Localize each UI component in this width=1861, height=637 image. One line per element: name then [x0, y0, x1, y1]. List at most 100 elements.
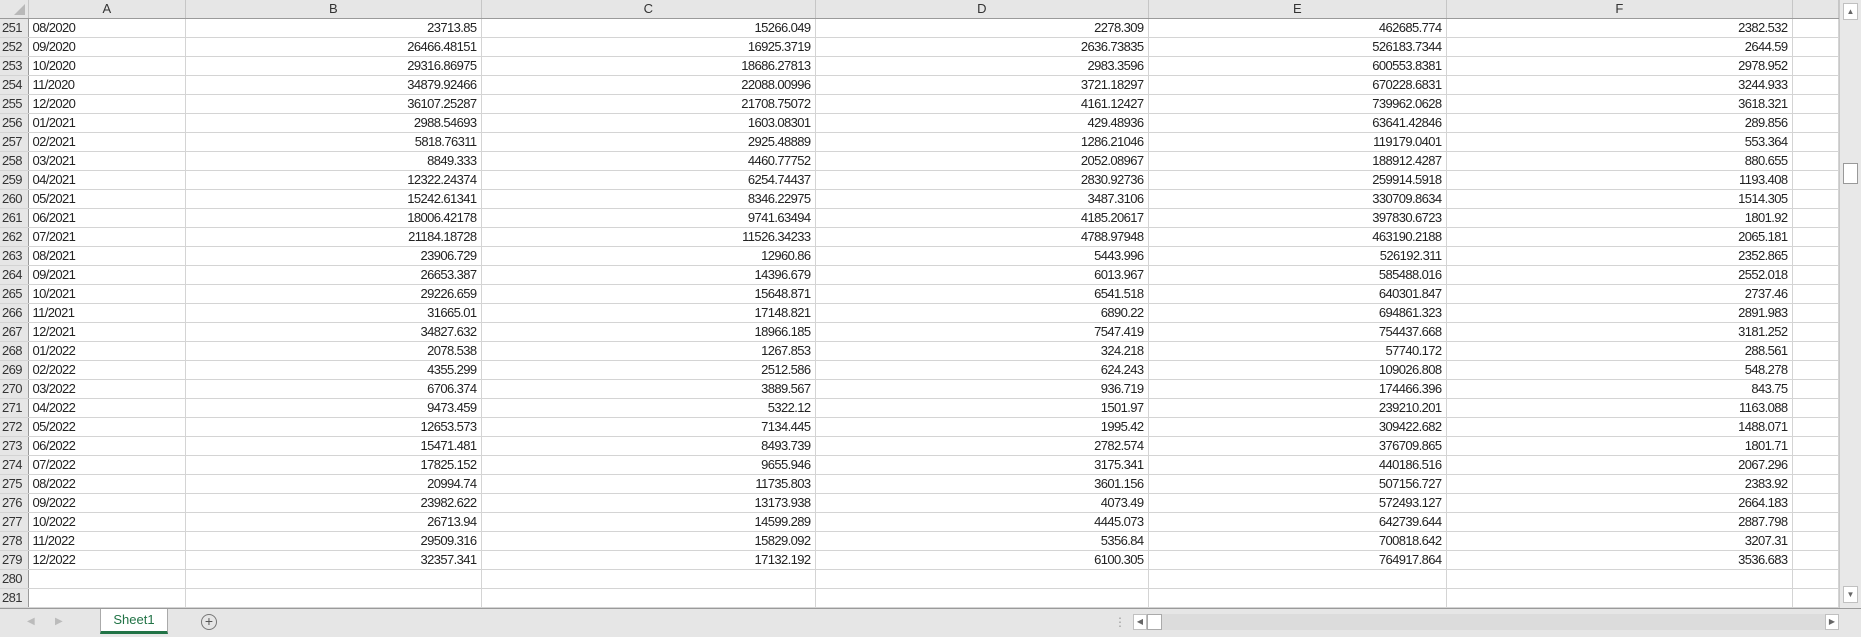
column-header-a[interactable]: A: [28, 0, 186, 19]
row-header[interactable]: 263: [0, 246, 29, 266]
cell-f[interactable]: [1446, 588, 1793, 608]
cell-c[interactable]: [481, 569, 816, 589]
cell-g[interactable]: [1792, 360, 1839, 380]
cell-d[interactable]: 1286.21046: [815, 132, 1149, 152]
cell-g[interactable]: [1792, 436, 1839, 456]
cell-a[interactable]: 04/2021: [28, 170, 186, 190]
cell-c[interactable]: 4460.77752: [481, 151, 816, 171]
horizontal-scrollbar[interactable]: ◀ ▶: [1133, 614, 1839, 630]
cell-g[interactable]: [1792, 341, 1839, 361]
cell-b[interactable]: 4355.299: [185, 360, 482, 380]
cell-g[interactable]: [1792, 417, 1839, 437]
cell-d[interactable]: 5356.84: [815, 531, 1149, 551]
cell-a[interactable]: 10/2022: [28, 512, 186, 532]
cell-g[interactable]: [1792, 493, 1839, 513]
cell-e[interactable]: 63641.42846: [1148, 113, 1447, 133]
row-header[interactable]: 261: [0, 208, 29, 228]
cell-e[interactable]: 188912.4287: [1148, 151, 1447, 171]
row-header[interactable]: 253: [0, 56, 29, 76]
cell-b[interactable]: [185, 569, 482, 589]
row-header[interactable]: 276: [0, 493, 29, 513]
cell-g[interactable]: [1792, 37, 1839, 57]
cell-g[interactable]: [1792, 265, 1839, 285]
cell-g[interactable]: [1792, 246, 1839, 266]
plus-circle-icon[interactable]: +: [201, 614, 217, 630]
cell-d[interactable]: 4185.20617: [815, 208, 1149, 228]
cell-f[interactable]: 880.655: [1446, 151, 1793, 171]
cell-c[interactable]: 3889.567: [481, 379, 816, 399]
cell-c[interactable]: 11735.803: [481, 474, 816, 494]
row-header[interactable]: 260: [0, 189, 29, 209]
cell-f[interactable]: 3244.933: [1446, 75, 1793, 95]
column-header-b[interactable]: B: [185, 0, 482, 19]
cell-b[interactable]: 31665.01: [185, 303, 482, 323]
row-header[interactable]: 255: [0, 94, 29, 114]
cell-b[interactable]: 29226.659: [185, 284, 482, 304]
cell-c[interactable]: 6254.74437: [481, 170, 816, 190]
cell-e[interactable]: 526192.311: [1148, 246, 1447, 266]
cell-d[interactable]: 7547.419: [815, 322, 1149, 342]
cell-b[interactable]: 18006.42178: [185, 208, 482, 228]
spreadsheet-grid[interactable]: A B C D E F 251 08/2020 23713.85 15266.049 2…: [0, 0, 1839, 608]
cell-g[interactable]: [1792, 474, 1839, 494]
cell-f[interactable]: 3181.252: [1446, 322, 1793, 342]
cell-f[interactable]: 2352.865: [1446, 246, 1793, 266]
row-header[interactable]: 278: [0, 531, 29, 551]
cell-c[interactable]: 5322.12: [481, 398, 816, 418]
row-header[interactable]: 267: [0, 322, 29, 342]
cell-f[interactable]: 2978.952: [1446, 56, 1793, 76]
column-header-c[interactable]: C: [481, 0, 816, 19]
cell-f[interactable]: 3618.321: [1446, 94, 1793, 114]
cell-b[interactable]: 12322.24374: [185, 170, 482, 190]
cell-a[interactable]: 12/2021: [28, 322, 186, 342]
splitter-handle-icon[interactable]: ⋮: [1114, 615, 1126, 629]
cell-c[interactable]: 12960.86: [481, 246, 816, 266]
cell-g[interactable]: [1792, 132, 1839, 152]
cell-e[interactable]: 700818.642: [1148, 531, 1447, 551]
scroll-left-icon[interactable]: ◀: [1133, 614, 1147, 630]
row-header[interactable]: 274: [0, 455, 29, 475]
cell-f[interactable]: 2891.983: [1446, 303, 1793, 323]
cell-b[interactable]: 8849.333: [185, 151, 482, 171]
select-all-button[interactable]: [0, 0, 29, 19]
scroll-up-icon[interactable]: ▲: [1843, 3, 1858, 20]
cell-a[interactable]: 02/2022: [28, 360, 186, 380]
cell-e[interactable]: 57740.172: [1148, 341, 1447, 361]
cell-b[interactable]: 23713.85: [185, 18, 482, 38]
cell-b[interactable]: 6706.374: [185, 379, 482, 399]
cell-d[interactable]: 3487.3106: [815, 189, 1149, 209]
cell-g[interactable]: [1792, 303, 1839, 323]
cell-d[interactable]: [815, 588, 1149, 608]
cell-c[interactable]: 16925.3719: [481, 37, 816, 57]
cell-b[interactable]: 23906.729: [185, 246, 482, 266]
cell-e[interactable]: 754437.668: [1148, 322, 1447, 342]
cell-e[interactable]: 670228.6831: [1148, 75, 1447, 95]
row-header[interactable]: 268: [0, 341, 29, 361]
cell-a[interactable]: 09/2020: [28, 37, 186, 57]
cell-d[interactable]: 429.48936: [815, 113, 1149, 133]
cell-g[interactable]: [1792, 94, 1839, 114]
cell-f[interactable]: 3207.31: [1446, 531, 1793, 551]
cell-d[interactable]: 1501.97: [815, 398, 1149, 418]
cell-e[interactable]: 119179.0401: [1148, 132, 1447, 152]
cell-g[interactable]: [1792, 189, 1839, 209]
cell-c[interactable]: 17132.192: [481, 550, 816, 570]
cell-b[interactable]: 23982.622: [185, 493, 482, 513]
row-header[interactable]: 279: [0, 550, 29, 570]
cell-f[interactable]: 1801.92: [1446, 208, 1793, 228]
cell-b[interactable]: 20994.74: [185, 474, 482, 494]
column-header-f[interactable]: F: [1446, 0, 1793, 19]
cell-e[interactable]: 600553.8381: [1148, 56, 1447, 76]
cell-a[interactable]: 04/2022: [28, 398, 186, 418]
cell-c[interactable]: 14396.679: [481, 265, 816, 285]
cell-e[interactable]: 239210.201: [1148, 398, 1447, 418]
cell-f[interactable]: 3536.683: [1446, 550, 1793, 570]
cell-g[interactable]: [1792, 322, 1839, 342]
next-sheet-icon[interactable]: ▶: [55, 616, 63, 627]
cell-b[interactable]: [185, 588, 482, 608]
cell-c[interactable]: 13173.938: [481, 493, 816, 513]
cell-f[interactable]: 1801.71: [1446, 436, 1793, 456]
cell-b[interactable]: 29316.86975: [185, 56, 482, 76]
sheet-tab-sheet1[interactable]: Sheet1: [100, 609, 168, 634]
cell-d[interactable]: 5443.996: [815, 246, 1149, 266]
